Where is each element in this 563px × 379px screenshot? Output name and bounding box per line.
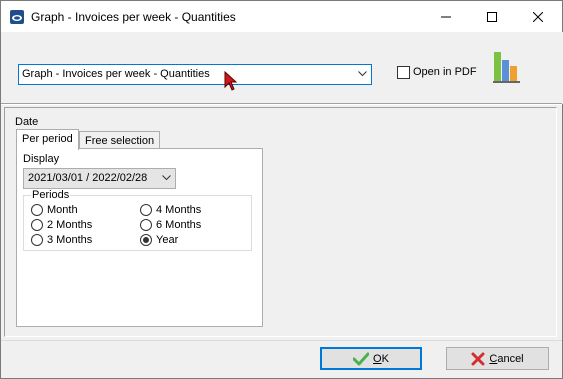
date-label: Date <box>15 116 39 128</box>
footer-separator <box>1 340 562 341</box>
maximize-icon <box>487 11 497 22</box>
report-select[interactable]: Graph - Invoices per week - Quantities <box>18 64 372 85</box>
cancel-button[interactable]: Cancel <box>446 347 549 370</box>
ok-button[interactable]: OK <box>320 347 422 370</box>
radio-2-months[interactable]: 2 Months <box>31 219 92 231</box>
radio-month[interactable]: Month <box>31 204 78 216</box>
radio-circle <box>140 204 152 216</box>
radio-label: Month <box>47 204 78 216</box>
open-in-pdf-label[interactable]: Open in PDF <box>413 66 477 78</box>
display-label: Display <box>23 153 60 165</box>
open-in-pdf-checkbox[interactable] <box>397 66 410 79</box>
mouse-cursor-icon <box>224 71 238 91</box>
minimize-button[interactable] <box>423 1 469 32</box>
cancel-label: Cancel <box>489 352 524 365</box>
title-bar[interactable]: Graph - Invoices per week - Quantities <box>1 1 562 32</box>
radio-label: 2 Months <box>47 219 93 231</box>
radio-circle <box>31 234 43 246</box>
display-period-value: 2021/03/01 / 2022/02/28 <box>28 172 148 184</box>
radio-circle <box>140 219 152 231</box>
radio-4-months[interactable]: 4 Months <box>140 204 201 216</box>
radio-label: 4 Months <box>156 204 202 216</box>
minimize-icon <box>441 16 451 17</box>
report-selection-panel: Graph - Invoices per week - Quantities <box>2 32 563 104</box>
app-icon <box>10 10 24 24</box>
radio-year[interactable]: Year <box>140 234 178 246</box>
check-icon <box>353 352 370 365</box>
radio-label: Year <box>156 234 179 246</box>
radio-circle <box>31 204 43 216</box>
radio-3-months[interactable]: 3 Months <box>31 234 92 246</box>
close-icon <box>533 11 543 22</box>
chevron-down-icon <box>358 71 367 77</box>
cancel-x-icon <box>471 352 485 365</box>
tab-per-period[interactable]: Per period <box>16 129 79 150</box>
radio-circle-selected <box>140 234 152 246</box>
ok-label: OK <box>373 352 389 365</box>
radio-label: 3 Months <box>47 234 93 246</box>
close-button[interactable] <box>515 1 561 32</box>
bar-chart-icon[interactable] <box>492 50 524 84</box>
radio-label: 6 Months <box>156 219 202 231</box>
periods-group-title: Periods <box>31 189 71 201</box>
chevron-down-icon <box>162 175 171 181</box>
radio-6-months[interactable]: 6 Months <box>140 219 201 231</box>
display-period-select[interactable]: 2021/03/01 / 2022/02/28 <box>23 168 176 189</box>
separator <box>1 103 562 105</box>
maximize-button[interactable] <box>469 1 515 32</box>
radio-circle <box>31 219 43 231</box>
window-title: Graph - Invoices per week - Quantities <box>31 10 236 24</box>
report-select-value: Graph - Invoices per week - Quantities <box>22 68 210 80</box>
